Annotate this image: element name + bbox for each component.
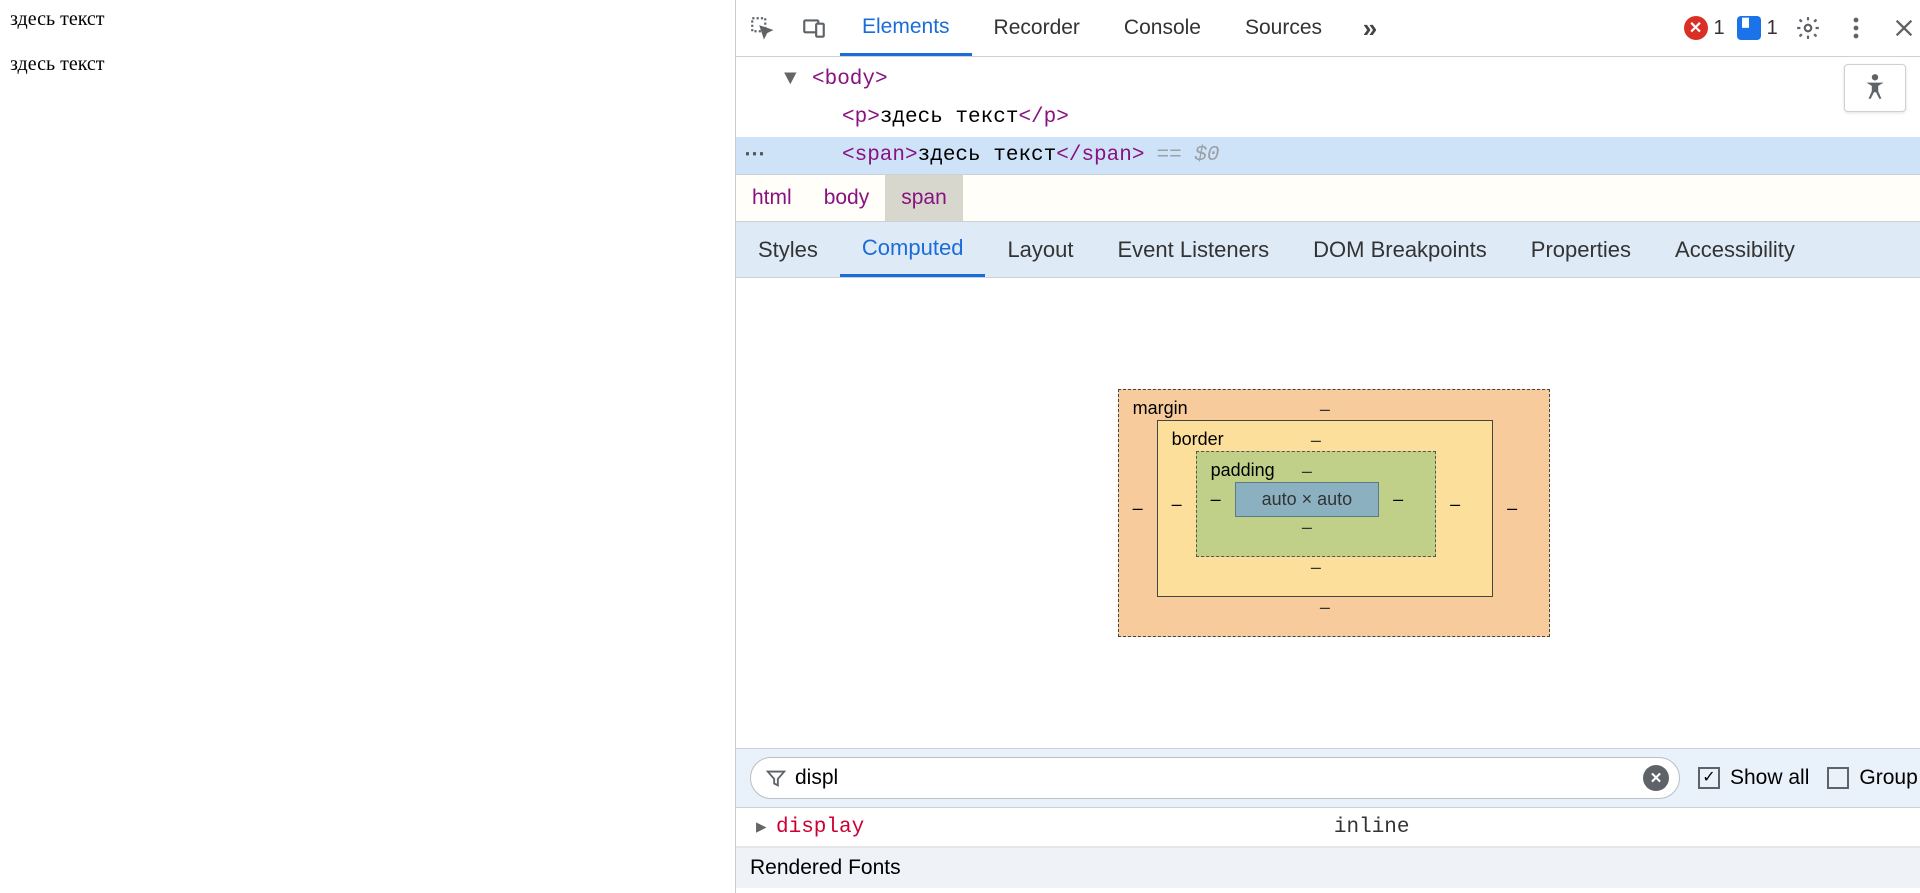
crumb-body[interactable]: body [808,175,886,221]
border-bottom-value: – [1170,557,1463,578]
subtab-layout[interactable]: Layout [985,222,1095,277]
dom-node-p[interactable]: <p>здесь текст</p> [766,99,1920,137]
selected-ref: == $0 [1144,144,1219,167]
device-toggle-icon[interactable] [788,0,840,56]
border-left-value: – [1170,494,1184,515]
page-paragraph: здесь текст [10,8,725,31]
box-model-padding[interactable]: padding – – auto × auto – – [1196,451,1437,557]
margin-left-value: – [1131,498,1145,519]
show-all-label: Show all [1730,766,1809,790]
kebab-menu-icon[interactable] [1838,15,1874,41]
inspect-element-icon[interactable] [736,0,788,56]
box-model-border[interactable]: border – – padding – – auto × auto – [1157,420,1494,597]
border-right-value: – [1448,494,1462,515]
show-all-checkbox[interactable]: ✓ Show all [1698,766,1809,790]
padding-bottom-value: – [1209,517,1406,538]
filter-box: ✕ [750,757,1680,799]
filter-input[interactable] [787,766,1643,790]
page-span: здесь текст [10,53,105,75]
errors-count: 1 [1714,17,1725,40]
devtools-panel: Elements Recorder Console Sources » ✕ 1 … [735,0,1920,893]
expand-triangle-icon[interactable]: ▸ [756,814,770,840]
dom-tree[interactable]: ▼ <body> <p>здесь текст</p> <span>здесь … [736,57,1920,174]
tag-p-close: </p> [1018,106,1068,129]
box-model-content[interactable]: auto × auto [1235,482,1380,517]
crumb-span[interactable]: span [885,175,963,221]
property-name: display [776,816,864,839]
checkbox-icon: ✓ [1698,767,1720,789]
checkbox-icon [1827,767,1849,789]
tag-p-open: <p> [842,106,880,129]
tab-recorder[interactable]: Recorder [972,0,1102,56]
property-value: inline [1334,816,1912,839]
box-model-margin[interactable]: margin – – border – – padding – – auto [1118,389,1551,637]
close-icon[interactable] [1886,17,1920,39]
tag-body-open: <body> [812,68,888,91]
tab-sources[interactable]: Sources [1223,0,1344,56]
devtools-toolbar: Elements Recorder Console Sources » ✕ 1 … [736,0,1920,57]
dom-span-text: здесь текст [918,144,1057,167]
margin-right-value: – [1505,498,1519,519]
dom-p-text: здесь текст [880,106,1019,129]
rendered-page: здесь текст здесь текст [0,0,735,893]
group-label: Group [1859,766,1917,790]
computed-property-row[interactable]: ▸ display inline [736,808,1920,847]
subtab-computed[interactable]: Computed [840,222,986,277]
padding-left-value: – [1209,489,1223,510]
issue-icon: ▘ [1737,16,1761,40]
breadcrumb: html body span [736,174,1920,222]
tag-span-open: <span> [842,144,918,167]
subtab-properties[interactable]: Properties [1509,222,1653,277]
filter-icon [765,767,787,789]
main-tabs: Elements Recorder Console Sources » [840,0,1396,56]
tab-console[interactable]: Console [1102,0,1223,56]
computed-filter-bar: ✕ ✓ Show all Group [736,748,1920,808]
error-icon: ✕ [1684,16,1708,40]
subtab-accessibility[interactable]: Accessibility [1653,222,1817,277]
issues-count: 1 [1767,17,1778,40]
settings-icon[interactable] [1790,15,1826,41]
expand-caret-icon[interactable]: ▼ [784,61,797,99]
rendered-fonts-header[interactable]: Rendered Fonts [736,847,1920,888]
padding-right-value: – [1391,489,1405,510]
sidebar-tabs: Styles Computed Layout Event Listeners D… [736,222,1920,278]
margin-top-value: – [1131,399,1520,420]
subtab-event-listeners[interactable]: Event Listeners [1096,222,1292,277]
clear-filter-icon[interactable]: ✕ [1643,765,1669,791]
more-tabs-icon[interactable]: » [1344,0,1396,56]
accessibility-float-icon[interactable] [1844,64,1906,112]
dom-node-body[interactable]: <body> [766,61,1920,99]
group-checkbox[interactable]: Group [1827,766,1917,790]
subtab-styles[interactable]: Styles [736,222,840,277]
errors-badge[interactable]: ✕ 1 [1684,16,1725,40]
tab-elements[interactable]: Elements [840,0,972,56]
box-model: margin – – border – – padding – – auto [736,278,1920,748]
issues-badge[interactable]: ▘ 1 [1737,16,1778,40]
subtab-dom-breakpoints[interactable]: DOM Breakpoints [1291,222,1509,277]
crumb-html[interactable]: html [736,175,808,221]
dom-node-span-selected[interactable]: <span>здесь текст</span>== $0 [736,137,1920,175]
margin-bottom-value: – [1131,597,1520,618]
tag-span-close: </span> [1056,144,1144,167]
